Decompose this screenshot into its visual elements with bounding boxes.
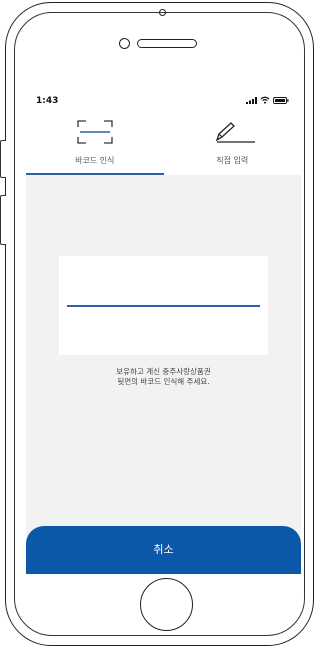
instruction-line-2: 뒷면의 바코드 인식해 주세요. [117,377,210,386]
pencil-icon [213,120,257,148]
tab-manual-entry[interactable]: 직접 입력 [164,109,302,175]
app-screen: 1:43 바코드 인식 직접 입력 보유하고 계신 충주사랑상품권 뒷면의 바코… [26,87,301,574]
wifi-icon [260,96,270,104]
tab-barcode-scan-label: 바코드 인식 [75,156,115,165]
tab-barcode-scan[interactable]: 바코드 인식 [26,109,164,175]
side-button-mute [0,140,6,178]
status-icons [246,96,289,104]
scan-line [67,305,260,307]
barcode-scan-icon [77,120,113,148]
instruction-line-1: 보유하고 계신 충주사랑상품권 [116,367,211,376]
earpiece-speaker [137,39,197,48]
sensor-dot [159,9,166,16]
cancel-button[interactable]: 취소 [26,526,301,574]
cancel-button-label: 취소 [153,543,174,556]
tab-bar: 바코드 인식 직접 입력 [26,109,301,175]
scan-instructions: 보유하고 계신 충주사랑상품권 뒷면의 바코드 인식해 주세요. [26,367,301,387]
status-bar: 1:43 [26,87,301,109]
status-time: 1:43 [36,96,59,106]
battery-icon [273,96,289,104]
signal-icon [246,96,257,104]
camera-scan-area [59,256,268,355]
side-button-volume [0,195,6,245]
home-button[interactable] [140,578,193,631]
camera-icon [119,38,130,49]
tab-manual-entry-label: 직접 입력 [216,156,249,165]
